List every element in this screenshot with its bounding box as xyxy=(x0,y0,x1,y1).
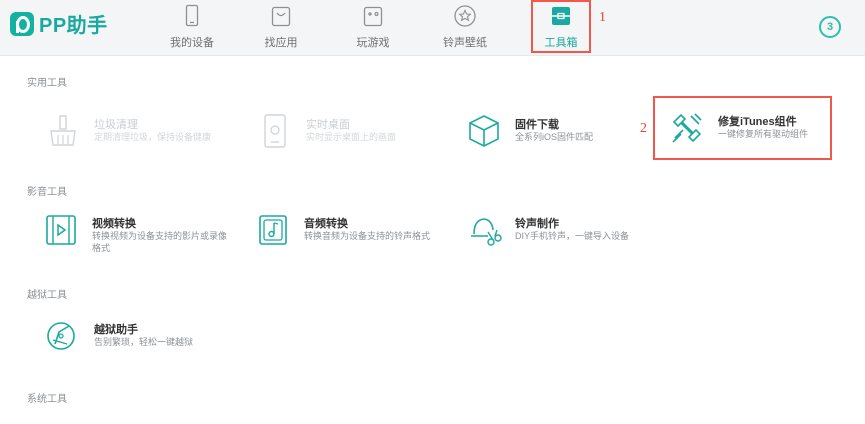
annotation-number-2: 2 xyxy=(640,121,647,136)
pp-logo-icon xyxy=(10,11,34,36)
section-title-practical: 实用工具 xyxy=(27,78,67,89)
top-nav-bar: PP助手 我的设备 找应用 玩游戏 铃声壁纸 工具箱 1 3 xyxy=(0,0,865,56)
tool-description: DIY手机铃声，一键导入设备 xyxy=(515,231,630,241)
music-note-icon xyxy=(259,215,287,245)
nav-find-apps[interactable]: 找应用 xyxy=(246,0,316,56)
section-title-jailbreak: 越狱工具 xyxy=(27,290,67,301)
section-title-media: 影音工具 xyxy=(27,187,67,198)
tool-name: 固件下载 xyxy=(515,119,559,131)
nav-play-games[interactable]: 玩游戏 xyxy=(338,0,408,56)
monitor-icon xyxy=(264,114,286,148)
app-name: PP助手 xyxy=(39,15,108,37)
tool-name: 音频转换 xyxy=(304,218,348,230)
phone-icon xyxy=(185,4,199,27)
notification-count-badge[interactable]: 3 xyxy=(819,16,841,38)
bell-scissors-icon xyxy=(471,218,502,246)
nav-my-device[interactable]: 我的设备 xyxy=(157,0,227,56)
tool-name: 越狱助手 xyxy=(94,324,138,336)
tool-name: 实时桌面 xyxy=(306,119,350,131)
pp-assistant-window: PP助手 我的设备 找应用 玩游戏 铃声壁纸 工具箱 1 3 实用工具 垃圾清理… xyxy=(0,0,865,424)
tool-name: 垃圾清理 xyxy=(94,119,138,131)
star-icon xyxy=(454,5,476,27)
tool-description: 转换视频为设备支持的影片或录像格式 xyxy=(92,231,228,253)
app-logo: PP助手 xyxy=(10,9,108,38)
section-title-system: 系统工具 xyxy=(27,394,67,405)
nav-label: 找应用 xyxy=(264,37,298,49)
highlight-box-fix-itunes xyxy=(653,96,832,160)
tool-description: 实时显示桌面上的画面 xyxy=(306,132,397,142)
cube-icon xyxy=(469,115,499,147)
broom-icon xyxy=(50,115,76,146)
tool-name: 视频转换 xyxy=(92,218,136,230)
nav-label: 玩游戏 xyxy=(356,37,390,49)
nav-label: 我的设备 xyxy=(170,37,214,49)
compass-icon xyxy=(47,322,75,350)
tool-description: 转换音频为设备支持的铃声格式 xyxy=(304,231,431,241)
tool-description: 定期清理垃圾，保持设备健康 xyxy=(94,132,212,142)
nav-label: 铃声壁纸 xyxy=(443,37,487,49)
tool-description: 告别繁琐，轻松一键越狱 xyxy=(94,337,194,347)
annotation-number-1: 1 xyxy=(599,10,606,25)
bag-icon xyxy=(271,6,291,27)
tool-name: 铃声制作 xyxy=(515,218,559,230)
gamepad-icon xyxy=(363,6,383,27)
film-icon xyxy=(46,215,76,245)
nav-ringtones-wallpapers[interactable]: 铃声壁纸 xyxy=(430,0,500,56)
highlight-box-toolbox xyxy=(531,0,591,53)
